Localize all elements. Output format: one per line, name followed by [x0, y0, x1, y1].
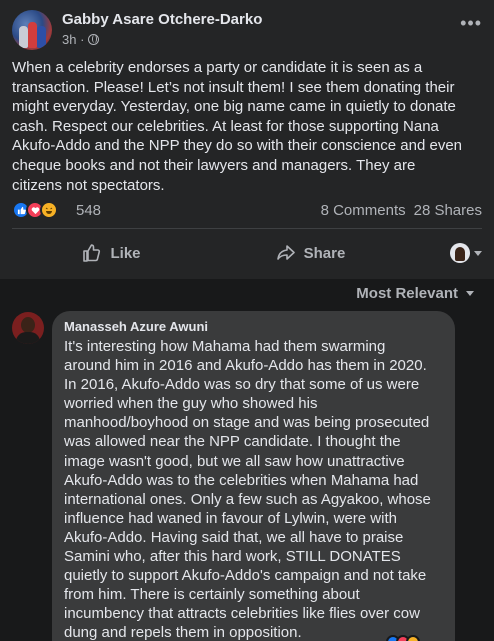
post-actions: Like Share — [12, 234, 482, 272]
comment-text: It's interesting how Mahama had them swa… — [64, 338, 431, 641]
chevron-down-icon — [474, 250, 482, 256]
comment-bubble: Manasseh Azure Awuni It's interesting ho… — [52, 311, 455, 641]
reaction-count[interactable]: 548 — [76, 202, 101, 219]
more-icon[interactable]: ••• — [460, 14, 482, 32]
shares-count[interactable]: 28 Shares — [414, 202, 482, 219]
comments-count[interactable]: 8 Comments — [321, 202, 406, 219]
reaction-icons[interactable] — [12, 201, 58, 219]
comment-reactions[interactable] — [386, 635, 420, 641]
user-avatar — [450, 243, 470, 263]
post-time[interactable]: 3h · — [62, 32, 84, 47]
post-stats: 548 8 Comments 28 Shares — [12, 200, 482, 222]
post-meta: 3h · — [62, 32, 100, 47]
haha-icon — [40, 201, 58, 219]
share-icon — [276, 245, 295, 260]
chevron-down-icon — [466, 291, 474, 296]
post-card: Gabby Asare Otchere-Darko 3h · ••• When … — [0, 0, 494, 279]
globe-icon — [88, 34, 100, 45]
share-label: Share — [303, 244, 346, 262]
sort-label: Most Relevant — [356, 285, 458, 302]
share-button[interactable]: Share — [211, 234, 410, 272]
comment-author[interactable]: Manasseh Azure Awuni — [64, 319, 443, 334]
like-label: Like — [110, 244, 141, 262]
divider — [12, 228, 482, 229]
comment-sort-dropdown[interactable]: Most Relevant — [356, 285, 474, 302]
post-author-name[interactable]: Gabby Asare Otchere-Darko — [62, 11, 262, 28]
post-header: Gabby Asare Otchere-Darko 3h · ••• — [12, 10, 482, 50]
audience-selector[interactable] — [410, 234, 482, 272]
post-text: When a celebrity endorses a party or can… — [12, 59, 463, 194]
thumbs-up-icon — [83, 244, 101, 262]
author-avatar[interactable] — [12, 10, 52, 50]
engagement-counts: 8 Comments 28 Shares — [321, 202, 482, 219]
commenter-avatar[interactable] — [12, 312, 44, 344]
like-button[interactable]: Like — [12, 234, 211, 272]
